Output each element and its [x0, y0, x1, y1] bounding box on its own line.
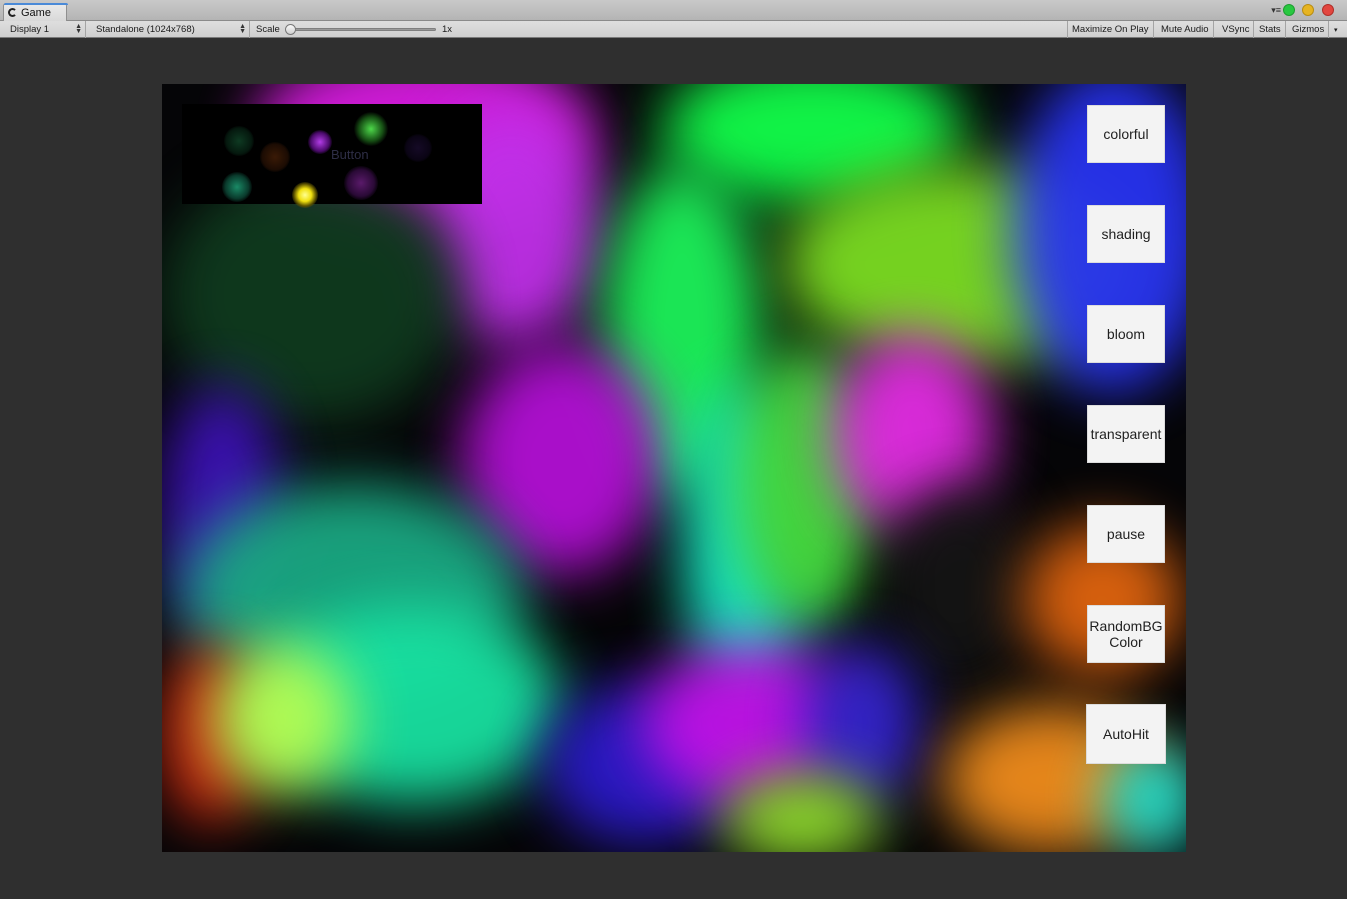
scale-value-label: 1x	[438, 21, 456, 38]
transparent-button[interactable]: transparent	[1087, 405, 1165, 463]
display-dropdown-label: Display 1	[10, 24, 50, 35]
dropdown-arrows-icon: ▲ ▼	[75, 23, 82, 35]
window-tab-strip: Game ▾≡	[0, 0, 1347, 21]
scale-value-text: 1x	[442, 24, 453, 35]
preview-particle	[354, 112, 388, 146]
dropdown-arrows-icon: ▲ ▼	[239, 23, 246, 35]
game-toolbar: Display 1 ▲ ▼ Standalone (1024x768) ▲ ▼ Sc…	[0, 21, 1347, 38]
minimize-window-icon[interactable]	[1302, 4, 1314, 16]
scale-label: Scale	[252, 21, 284, 38]
bloom-button-label: bloom	[1106, 326, 1146, 342]
shading-button[interactable]: shading	[1087, 205, 1165, 263]
stats-label: Stats	[1259, 24, 1281, 35]
preview-particle	[308, 130, 332, 154]
resolution-dropdown-label: Standalone (1024x768)	[96, 24, 195, 35]
preview-particle	[404, 134, 432, 162]
scale-label-text: Scale	[256, 24, 280, 35]
resolution-dropdown[interactable]: Standalone (1024x768) ▲ ▼	[92, 21, 250, 38]
preview-particle	[292, 182, 318, 208]
window-menu-icon[interactable]: ▾≡	[1271, 5, 1281, 16]
mute-audio-label: Mute Audio	[1161, 24, 1209, 35]
display-dropdown[interactable]: Display 1 ▲ ▼	[6, 21, 86, 38]
pause-button-label: pause	[1106, 526, 1146, 542]
preview-button-label: Button	[331, 147, 369, 162]
autohit-button[interactable]: AutoHit	[1086, 704, 1166, 764]
random-bg-color-button-label: RandomBG Color	[1089, 618, 1163, 650]
vsync-label: VSync	[1222, 24, 1250, 35]
maximize-on-play-toggle[interactable]: Maximize On Play	[1067, 21, 1154, 38]
scale-slider-track[interactable]	[290, 28, 436, 31]
pause-button[interactable]: pause	[1087, 505, 1165, 563]
mute-audio-toggle[interactable]: Mute Audio	[1157, 21, 1214, 38]
preview-particle	[344, 166, 378, 200]
preview-particle	[222, 172, 252, 202]
preview-particle	[260, 142, 290, 172]
autohit-button-label: AutoHit	[1103, 726, 1149, 742]
game-icon	[8, 8, 17, 17]
tab-game[interactable]: Game	[3, 3, 68, 21]
colorful-button[interactable]: colorful	[1087, 105, 1165, 163]
bloom-button[interactable]: bloom	[1087, 305, 1165, 363]
random-bg-color-button[interactable]: RandomBG Color	[1087, 605, 1165, 663]
scale-slider-thumb[interactable]	[285, 24, 296, 35]
maximize-window-icon[interactable]	[1283, 4, 1295, 16]
vsync-toggle[interactable]: VSync	[1218, 21, 1255, 38]
tab-game-label: Game	[21, 6, 51, 19]
game-viewport[interactable]: Button colorful shading bloom transparen…	[162, 84, 1186, 852]
close-window-icon[interactable]	[1322, 4, 1334, 16]
stats-toggle[interactable]: Stats	[1255, 21, 1286, 38]
gizmos-toggle[interactable]: Gizmos	[1288, 21, 1330, 38]
shading-button-label: shading	[1101, 226, 1151, 242]
gizmos-dropdown[interactable]: ▾	[1330, 21, 1342, 38]
gizmos-label: Gizmos	[1292, 24, 1325, 35]
transparent-button-label: transparent	[1090, 426, 1162, 442]
active-tab-indicator	[4, 3, 68, 5]
maximize-on-play-label: Maximize On Play	[1072, 24, 1149, 35]
preview-particle	[224, 126, 254, 156]
particle-preview-panel[interactable]: Button	[182, 104, 482, 208]
colorful-button-label: colorful	[1103, 126, 1149, 142]
